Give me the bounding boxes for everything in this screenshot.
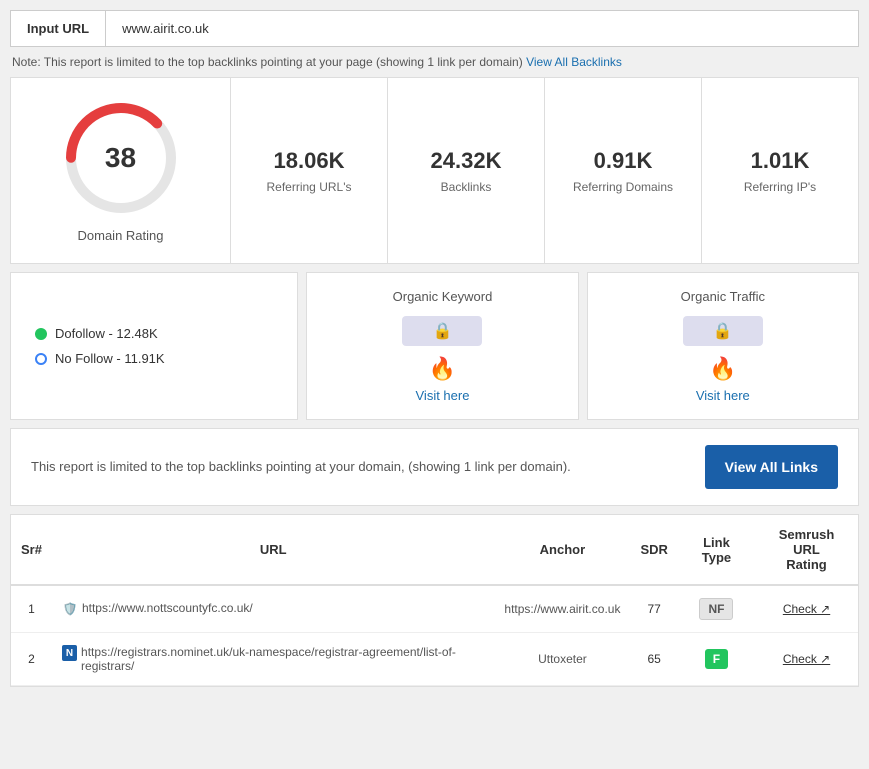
gauge-number: 38	[105, 142, 136, 174]
th-anchor: Anchor	[494, 515, 630, 585]
report-banner: This report is limited to the top backli…	[10, 428, 859, 506]
report-banner-text: This report is limited to the top backli…	[31, 457, 685, 477]
domain-rating-label: Domain Rating	[78, 228, 164, 243]
domain-rating-box: 38 Domain Rating	[11, 78, 231, 263]
url-link-1[interactable]: https://www.nottscountyfc.co.uk/	[82, 601, 253, 615]
input-url-row: Input URL www.airit.co.uk	[10, 10, 859, 47]
stat-value-referring-urls: 18.06K	[274, 148, 345, 174]
organic-traffic-visit-link[interactable]: Visit here	[696, 388, 750, 403]
td-sdr-2: 65	[630, 633, 677, 686]
organic-keyword-visit-link[interactable]: Visit here	[416, 388, 470, 403]
stat-backlinks: 24.32K Backlinks	[388, 78, 545, 263]
organic-keyword-card: Organic Keyword 🔒 🔥 Visit here	[306, 272, 578, 420]
table-header-row: Sr# URL Anchor SDR Link Type Semrush URL…	[11, 515, 858, 585]
input-url-label: Input URL	[11, 11, 106, 46]
backlinks-table: Sr# URL Anchor SDR Link Type Semrush URL…	[11, 515, 858, 686]
stat-label-referring-urls: Referring URL's	[267, 180, 352, 194]
nofollow-dot	[35, 353, 47, 365]
note-text: Note: This report is limited to the top …	[12, 55, 523, 69]
th-semrush-rating: Semrush URLRating	[755, 515, 858, 585]
td-url-1: 🛡️ https://www.nottscountyfc.co.uk/	[52, 585, 494, 633]
lock-icon-traffic: 🔒	[713, 321, 733, 341]
td-check-1: Check ↗	[755, 585, 858, 633]
th-url: URL	[52, 515, 494, 585]
td-check-2: Check ↗	[755, 633, 858, 686]
td-anchor-2: Uttoxeter	[494, 633, 630, 686]
table-row: 2 N https://registrars.nominet.uk/uk-nam…	[11, 633, 858, 686]
check-link-1[interactable]: Check ↗	[783, 602, 830, 616]
n-favicon-icon: N	[62, 645, 77, 661]
flame-icon-keyword: 🔥	[429, 356, 456, 382]
td-sr-2: 2	[11, 633, 52, 686]
td-url-2: N https://registrars.nominet.uk/uk-names…	[52, 633, 494, 686]
organic-keyword-title: Organic Keyword	[393, 289, 493, 304]
organic-traffic-blurred: 🔒	[683, 316, 763, 346]
view-all-links-button[interactable]: View All Links	[705, 445, 838, 489]
stat-label-backlinks: Backlinks	[441, 180, 492, 194]
th-sr: Sr#	[11, 515, 52, 585]
backlinks-table-container: Sr# URL Anchor SDR Link Type Semrush URL…	[10, 514, 859, 687]
stat-referring-domains: 0.91K Referring Domains	[545, 78, 702, 263]
input-url-value: www.airit.co.uk	[106, 11, 225, 46]
nofollow-label: No Follow - 11.91K	[55, 351, 165, 366]
cards-row: Dofollow - 12.48K No Follow - 11.91K Org…	[10, 272, 859, 420]
link-types-card: Dofollow - 12.48K No Follow - 11.91K	[10, 272, 298, 420]
organic-keyword-blurred: 🔒	[402, 316, 482, 346]
gauge-container: 38	[61, 98, 181, 218]
organic-traffic-title: Organic Traffic	[681, 289, 765, 304]
flame-icon-traffic: 🔥	[709, 356, 736, 382]
organic-traffic-card: Organic Traffic 🔒 🔥 Visit here	[587, 272, 859, 420]
stat-referring-ips: 1.01K Referring IP's	[702, 78, 858, 263]
stats-numbers: 18.06K Referring URL's 24.32K Backlinks …	[231, 78, 858, 263]
stats-panel: 38 Domain Rating 18.06K Referring URL's …	[10, 77, 859, 264]
nofollow-item: No Follow - 11.91K	[35, 351, 165, 366]
stat-label-referring-ips: Referring IP's	[744, 180, 816, 194]
view-all-backlinks-link[interactable]: View All Backlinks	[526, 55, 622, 69]
check-link-2[interactable]: Check ↗	[783, 652, 830, 666]
th-link-type: Link Type	[678, 515, 755, 585]
td-sdr-1: 77	[630, 585, 677, 633]
th-sdr: SDR	[630, 515, 677, 585]
td-linktype-1: NF	[678, 585, 755, 633]
badge-nf: NF	[699, 598, 733, 620]
td-anchor-1: https://www.airit.co.uk	[494, 585, 630, 633]
stat-label-referring-domains: Referring Domains	[573, 180, 673, 194]
td-sr-1: 1	[11, 585, 52, 633]
td-linktype-2: F	[678, 633, 755, 686]
stat-value-referring-ips: 1.01K	[751, 148, 810, 174]
dofollow-label: Dofollow - 12.48K	[55, 326, 158, 341]
table-row: 1 🛡️ https://www.nottscountyfc.co.uk/ ht…	[11, 585, 858, 633]
url-link-2[interactable]: https://registrars.nominet.uk/uk-namespa…	[81, 645, 484, 673]
stat-referring-urls: 18.06K Referring URL's	[231, 78, 388, 263]
shield-favicon-icon: 🛡️	[62, 601, 78, 617]
badge-f: F	[705, 649, 728, 669]
lock-icon: 🔒	[433, 321, 453, 341]
note-row: Note: This report is limited to the top …	[10, 55, 859, 69]
dofollow-item: Dofollow - 12.48K	[35, 326, 158, 341]
stat-value-referring-domains: 0.91K	[594, 148, 653, 174]
stat-value-backlinks: 24.32K	[431, 148, 502, 174]
dofollow-dot	[35, 328, 47, 340]
